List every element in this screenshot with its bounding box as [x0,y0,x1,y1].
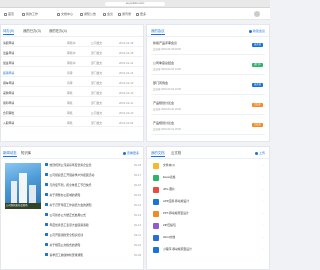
avatar[interactable] [254,11,260,17]
list-item[interactable]: ZIP压缩包 › [151,221,265,230]
news-panel-header: 新闻动态 知识库 查看更多 [1,147,143,159]
status-badge: 进行中 [251,63,263,67]
status-badge: 已结束 [251,103,263,107]
folder-icon [57,12,60,16]
new-meeting-button[interactable]: 新建会议 [248,28,265,34]
list-item[interactable]: Word文档 › [151,233,265,242]
list-item[interactable]: 年度优秀员工表彰大会圆满落幕 03-12 [45,221,143,230]
more-icon [136,12,139,16]
upload-icon [254,151,258,155]
tab-my-meetings[interactable]: 我的会议 [151,28,165,35]
list-item[interactable]: 产品规划讨论会 会议室 2019-03-21 15:00 已结束 [151,119,265,135]
status-badge: 未开始 [251,83,263,87]
meetings-panel: 我的会议 新建会议 新版产品评审会议 会议室 2019-03-18 09:00 未开… [146,24,270,142]
tab-done[interactable]: 我的已办(3) [23,28,41,34]
news-image-caption: 公司新闻发布会现场 [5,203,41,209]
nav-item-meeting[interactable]: 会议 [103,12,113,17]
tab-my-docs[interactable]: 我的文档 [151,150,165,157]
meetings-panel-header: 我的会议 新建会议 [147,25,269,37]
list-item[interactable]: 公司组织员工开展春季户外拓展活动 03-17 [45,171,143,180]
tab-news[interactable]: 新闻动态 [3,150,17,157]
list-item[interactable]: 公司新办公大楼正式启用仪式 03-13 [45,211,143,220]
list-item[interactable]: PPT-移动端原型设计 › [151,209,265,218]
list-item[interactable]: 产品规划讨论会 会议室 2019-03-20 15:00 已结束 [151,99,265,115]
zip-icon [153,222,159,229]
list-item[interactable]: 热烈祝贺公司荣获年度优秀企业奖 03-18 [45,161,143,170]
list-item[interactable]: 小程序-移动端原型设计 › [151,245,265,254]
browser-bar: oa.yunform.com [0,0,270,8]
table-row[interactable]: 出差申请 审核中 部门发文 2019-03-18 [1,49,143,57]
folder-icon [153,162,159,169]
table-row[interactable]: 合同审批 审核 公司发文 2019-03-10 [1,109,143,117]
tab-knowledge[interactable]: 知识库 [21,150,31,156]
list-item[interactable]: 公司开展消防安全知识培训 03-11 [45,231,143,240]
chevron-right-icon: › [262,199,263,203]
chevron-right-icon: › [262,163,263,167]
briefcase-icon [22,12,25,16]
nav-item-docs[interactable]: 文档中心 [57,12,73,17]
list-item[interactable]: 文件夹(1) › [151,161,265,170]
address-bar[interactable]: oa.yunform.com [105,2,165,6]
plus-icon [248,29,252,33]
word-icon [153,234,159,241]
contacts-icon [118,12,121,16]
more-icon [122,151,126,155]
chevron-right-icon: › [262,235,263,239]
home-icon [4,12,7,16]
docs-panel: 我的文档 云文档 上传 文件夹(1) › Excel表格 › JPG 图片 › APP… [146,146,270,270]
table-row[interactable]: 加班申请 审核中 部门发文 2019-03-14 [1,59,143,67]
tab-in-progress[interactable]: 我的在办(4) [49,28,67,34]
table-row[interactable]: 用车申请 待审 部门发文 2019-03-13 [1,79,143,87]
list-item[interactable]: 元宵佳节到，祝全体员工节日快乐 03-16 [45,181,143,190]
list-item[interactable]: 关于规范公文格式的通知 03-10 [45,241,143,250]
table-row[interactable]: 采购申请 审核 部门发文 2019-03-12 [1,89,143,97]
list-item[interactable]: 春季员工健康体检安排通知 03-09 [45,251,143,260]
list-item[interactable]: 部门周例会 会议室 2019-03-19 10:00 未开始 [151,79,265,95]
chevron-right-icon: › [262,187,263,191]
tasks-panel: 待办(5) 我的已办(3) 我的在办(4) 请假申请 审核中 公司发文 2019-03… [0,24,144,142]
chevron-right-icon: › [262,223,263,227]
nav-item-home[interactable]: 首页 [4,12,14,17]
status-badge: 未开始 [251,43,263,47]
excel-icon [153,174,159,181]
tab-todo[interactable]: 待办(5) [3,28,14,35]
list-item[interactable]: JPG 图片 › [151,185,265,194]
image-icon [153,186,159,193]
nav-item-notice[interactable]: 通知公告 [80,12,96,17]
list-item[interactable]: 关于调整办公区域的通知 03-15 [45,191,143,200]
calendar-icon [103,12,106,16]
app-icon [153,198,159,205]
list-item[interactable]: 新版产品评审会议 会议室 2019-03-18 09:00 未开始 [151,39,265,55]
tasks-panel-header: 待办(5) 我的已办(3) 我的在办(4) [1,25,143,37]
list-item[interactable]: 公司季度总结会 会议室 2019-03-18 14:00 进行中 [151,59,265,75]
top-navigation: 首页 我的工作 文档中心 通知公告 会议 通讯录 更多 [0,8,270,20]
chevron-right-icon: › [262,211,263,215]
upload-button[interactable]: 上传 [254,150,265,156]
list-item[interactable]: APP应用-移动端设计 › [151,197,265,206]
ppt-icon [153,210,159,217]
bell-icon [80,12,83,16]
view-more-link[interactable]: 查看更多 [122,150,139,156]
chevron-right-icon: › [262,247,263,251]
list-item[interactable]: 关于召开年度工作总结大会的通知 03-14 [45,201,143,210]
news-panel: 新闻动态 知识库 查看更多 公司新闻发布会现场 热烈祝贺公司荣获年度优秀企业奖 0… [0,146,144,270]
nav-item-contacts[interactable]: 通讯录 [118,12,131,17]
news-cover-image[interactable]: 公司新闻发布会现场 [5,163,41,209]
chevron-right-icon: › [262,175,263,179]
list-item[interactable]: Excel表格 › [151,173,265,182]
mini-program-icon [153,246,159,253]
table-row[interactable]: 报销申请 待审 部门发文 2019-03-14 [1,69,143,77]
table-row[interactable]: 用印申请 审核 部门发文 2019-03-11 [1,99,143,107]
docs-panel-header: 我的文档 云文档 上传 [147,147,269,159]
table-row[interactable]: 请假申请 审核中 公司发文 2019-03-18 [1,39,143,47]
nav-item-work[interactable]: 我的工作 [22,12,38,17]
status-badge: 已结束 [251,123,263,127]
table-row[interactable]: 入职申请 审核 部门发文 2019-03-09 [1,119,143,127]
tab-cloud-docs[interactable]: 云文档 [171,150,181,156]
nav-item-more[interactable]: 更多 [136,12,146,17]
